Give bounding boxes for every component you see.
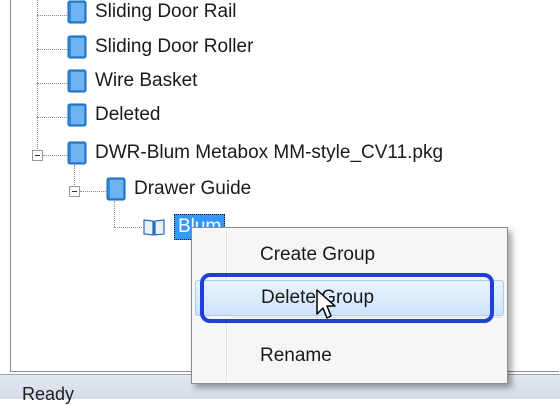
menu-item-rename[interactable]: Rename: [195, 339, 504, 373]
blue-book-icon: [67, 103, 87, 127]
tree-guide-line: [37, 15, 67, 16]
tree-item-label: Deleted: [95, 104, 161, 125]
tree-item-label: Sliding Door Roller: [95, 36, 254, 57]
blue-book-icon: [106, 177, 126, 201]
tree-item-label: Wire Basket: [95, 70, 198, 91]
blue-book-icon: [67, 141, 87, 165]
menu-item-label: Rename: [260, 345, 332, 366]
tree-item-drawer-guide[interactable]: Drawer Guide: [106, 172, 251, 206]
status-text: Ready: [22, 384, 75, 404]
tree-item[interactable]: Deleted: [67, 98, 161, 132]
tree-item-package[interactable]: DWR-Blum Metabox MM-style_CV11.pkg: [67, 136, 443, 170]
blue-book-icon: [67, 0, 87, 24]
blue-book-icon: [67, 69, 87, 93]
tree-guide-line: [114, 227, 142, 228]
tree-guide-line: [80, 191, 106, 192]
tree-item[interactable]: Sliding Door Rail: [67, 0, 237, 29]
menu-item-label: Create Group: [260, 244, 376, 265]
open-book-icon: [143, 219, 165, 236]
tree-guide-line: [43, 155, 67, 156]
tree-item-label: DWR-Blum Metabox MM-style_CV11.pkg: [95, 142, 444, 163]
tree-guide-line: [37, 83, 67, 84]
tree-guide-line: [37, 49, 67, 50]
tree-guide-line: [37, 117, 67, 118]
blue-book-icon: [67, 35, 87, 59]
tree-item-label: Drawer Guide: [134, 178, 252, 199]
tree-guide-line: [37, 0, 38, 157]
tree-item[interactable]: Sliding Door Roller: [67, 30, 253, 64]
mouse-pointer-icon: [316, 289, 336, 319]
highlight-ring: [200, 273, 494, 323]
collapse-toggle[interactable]: [32, 150, 43, 161]
tree-item[interactable]: Wire Basket: [67, 64, 197, 98]
tree-item-label: Sliding Door Rail: [95, 1, 237, 22]
collapse-toggle[interactable]: [69, 186, 80, 197]
menu-item-create-group[interactable]: Create Group: [195, 238, 504, 272]
